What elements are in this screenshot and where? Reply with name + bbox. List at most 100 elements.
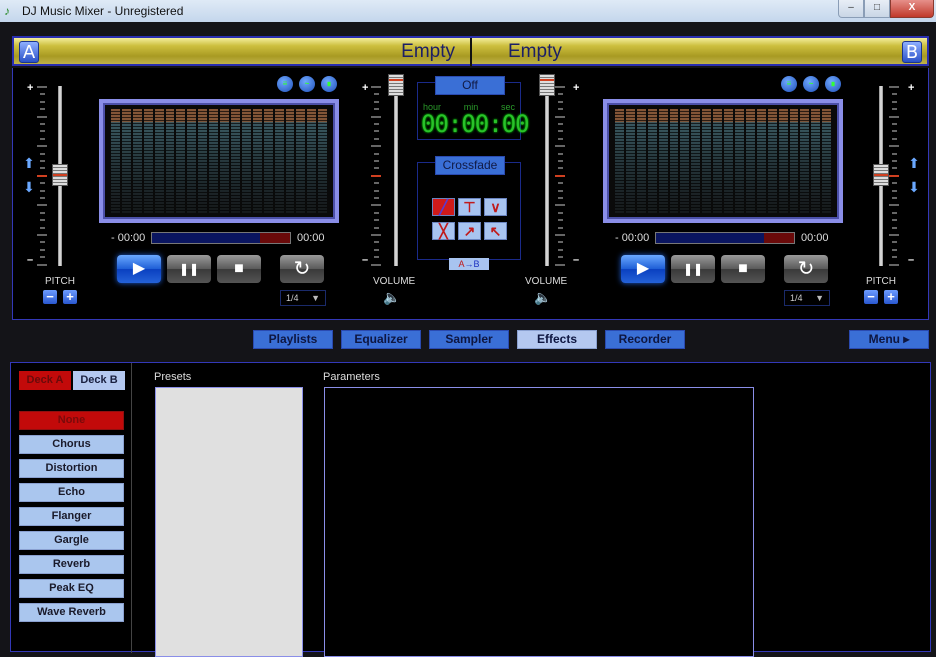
- effect-distortion-button[interactable]: Distortion: [19, 459, 124, 478]
- effect-peak-eq-button[interactable]: Peak EQ: [19, 579, 124, 598]
- tab-playlists[interactable]: Playlists: [253, 330, 333, 349]
- minimize-button[interactable]: –: [838, 0, 864, 18]
- volume-scale-plus: +: [573, 82, 580, 94]
- timer-toggle-button[interactable]: Off: [435, 76, 505, 95]
- scale-tick: [40, 137, 45, 140]
- pitch-slider-knob-a[interactable]: [52, 164, 68, 186]
- progress-bar-b[interactable]: [655, 232, 795, 244]
- spectrum-bar: [176, 109, 186, 213]
- crossfade-button[interactable]: Crossfade: [435, 156, 505, 175]
- scale-tick: [892, 123, 897, 125]
- presets-list[interactable]: [155, 387, 303, 657]
- spectrum-bar: [274, 109, 284, 213]
- volume-slider-knob-a[interactable]: [388, 74, 404, 96]
- stop-button-b[interactable]: ■: [721, 255, 765, 283]
- pause-button-b[interactable]: ❚❚: [671, 255, 715, 283]
- decks-area: + – ⬆ ⬇ PITCH − + ≡ ~ ∎ - 00:00 00:00 ▶ …: [12, 68, 929, 320]
- spectrum-bar: [252, 109, 262, 213]
- scale-tick: [40, 197, 45, 199]
- pitch-minus-button[interactable]: −: [43, 290, 57, 304]
- volume-slider-track-a[interactable]: [394, 86, 398, 266]
- pause-button-a[interactable]: ❚❚: [167, 255, 211, 283]
- crossfade-cut-t-icon[interactable]: ⊤: [458, 198, 481, 216]
- effect-gargle-button[interactable]: Gargle: [19, 531, 124, 550]
- scale-tick: [374, 108, 379, 111]
- speaker-icon[interactable]: 🔈: [534, 288, 554, 306]
- loop-button-a[interactable]: ↻: [280, 255, 324, 283]
- scale-tick: [374, 197, 379, 199]
- tab-equalizer[interactable]: Equalizer: [341, 330, 421, 349]
- waveform-icon[interactable]: ~: [803, 76, 819, 92]
- time-elapsed-a: 00:00: [297, 232, 325, 244]
- progress-bar-a[interactable]: [151, 232, 291, 244]
- effect-wave-reverb-button[interactable]: Wave Reverb: [19, 603, 124, 622]
- crossfade-fade-up-icon[interactable]: ↗: [458, 222, 481, 240]
- scale-tick: [40, 123, 45, 125]
- spectrum-bar: [143, 109, 153, 213]
- deck-b-track-title: Empty: [508, 41, 562, 62]
- close-button[interactable]: X: [890, 0, 934, 18]
- play-button-b[interactable]: ▶: [621, 255, 665, 283]
- scale-tick: [558, 130, 563, 133]
- waveform-icon[interactable]: ~: [299, 76, 315, 92]
- scale-tick: [555, 204, 565, 207]
- crossfade-cross-x-icon[interactable]: ╳: [432, 222, 455, 240]
- loop-button-b[interactable]: ↻: [784, 255, 828, 283]
- crossfade-linear-x-icon[interactable]: ╱: [432, 198, 455, 216]
- scale-tick: [889, 115, 899, 118]
- pitch-plus-button[interactable]: +: [884, 290, 898, 304]
- spectrum-icon[interactable]: ≡: [781, 76, 797, 92]
- tab-sampler[interactable]: Sampler: [429, 330, 509, 349]
- effect-reverb-button[interactable]: Reverb: [19, 555, 124, 574]
- spectrum-bar: [154, 109, 164, 213]
- pitch-down-icon[interactable]: ⬇: [907, 180, 921, 194]
- time-elapsed-b: 00:00: [801, 232, 829, 244]
- menu-button[interactable]: Menu ▸: [849, 330, 929, 349]
- spectrum-bar: [724, 109, 733, 213]
- maximize-button[interactable]: □: [864, 0, 890, 18]
- panel-divider: [131, 363, 132, 653]
- scale-tick: [371, 145, 381, 148]
- pitch-slider-knob-b[interactable]: [873, 164, 889, 186]
- crossfade-v-dip-icon[interactable]: ∨: [484, 198, 507, 216]
- arrow-right-icon: →: [464, 259, 474, 269]
- scale-tick: [555, 86, 565, 88]
- deck-b-tab[interactable]: Deck B: [73, 371, 125, 390]
- effect-echo-button[interactable]: Echo: [19, 483, 124, 502]
- loop-length-select-a[interactable]: 1/4 ▼: [280, 290, 326, 306]
- deck-a-tab[interactable]: Deck A: [19, 371, 71, 390]
- timer-digits: 00:00:00: [421, 110, 530, 138]
- a-to-b-button[interactable]: A→B: [449, 258, 489, 270]
- deck-a-badge: A: [19, 41, 39, 63]
- pitch-up-icon[interactable]: ⬆: [22, 156, 36, 170]
- scale-tick: [555, 115, 565, 118]
- pitch-up-icon[interactable]: ⬆: [907, 156, 921, 170]
- pitch-label: PITCH: [45, 276, 75, 287]
- scale-tick: [374, 100, 379, 103]
- speaker-icon[interactable]: 🔈: [383, 288, 403, 306]
- volume-slider-knob-b[interactable]: [539, 74, 555, 96]
- pitch-scale-b: [889, 86, 907, 266]
- bars-icon[interactable]: ∎: [825, 76, 841, 92]
- pitch-plus-button[interactable]: +: [63, 290, 77, 304]
- pitch-down-icon[interactable]: ⬇: [22, 180, 36, 194]
- crossfade-fade-down-icon[interactable]: ↖: [484, 222, 507, 240]
- scale-tick: [374, 241, 379, 244]
- tab-recorder[interactable]: Recorder: [605, 330, 685, 349]
- scale-tick: [558, 182, 563, 185]
- effect-chorus-button[interactable]: Chorus: [19, 435, 124, 454]
- pitch-minus-button[interactable]: −: [864, 290, 878, 304]
- tab-effects[interactable]: Effects: [517, 330, 597, 349]
- panel-tabs: Playlists Equalizer Sampler Effects Reco…: [0, 320, 936, 360]
- volume-slider-track-b[interactable]: [545, 86, 549, 266]
- loop-length-select-b[interactable]: 1/4 ▼: [784, 290, 830, 306]
- effect-flanger-button[interactable]: Flanger: [19, 507, 124, 526]
- play-button-a[interactable]: ▶: [117, 255, 161, 283]
- scale-tick: [558, 93, 563, 96]
- spectrum-icon[interactable]: ≡: [277, 76, 293, 92]
- scale-tick: [889, 145, 899, 148]
- presets-label: Presets: [154, 371, 192, 383]
- stop-button-a[interactable]: ■: [217, 255, 261, 283]
- bars-icon[interactable]: ∎: [321, 76, 337, 92]
- effect-none-button[interactable]: None: [19, 411, 124, 430]
